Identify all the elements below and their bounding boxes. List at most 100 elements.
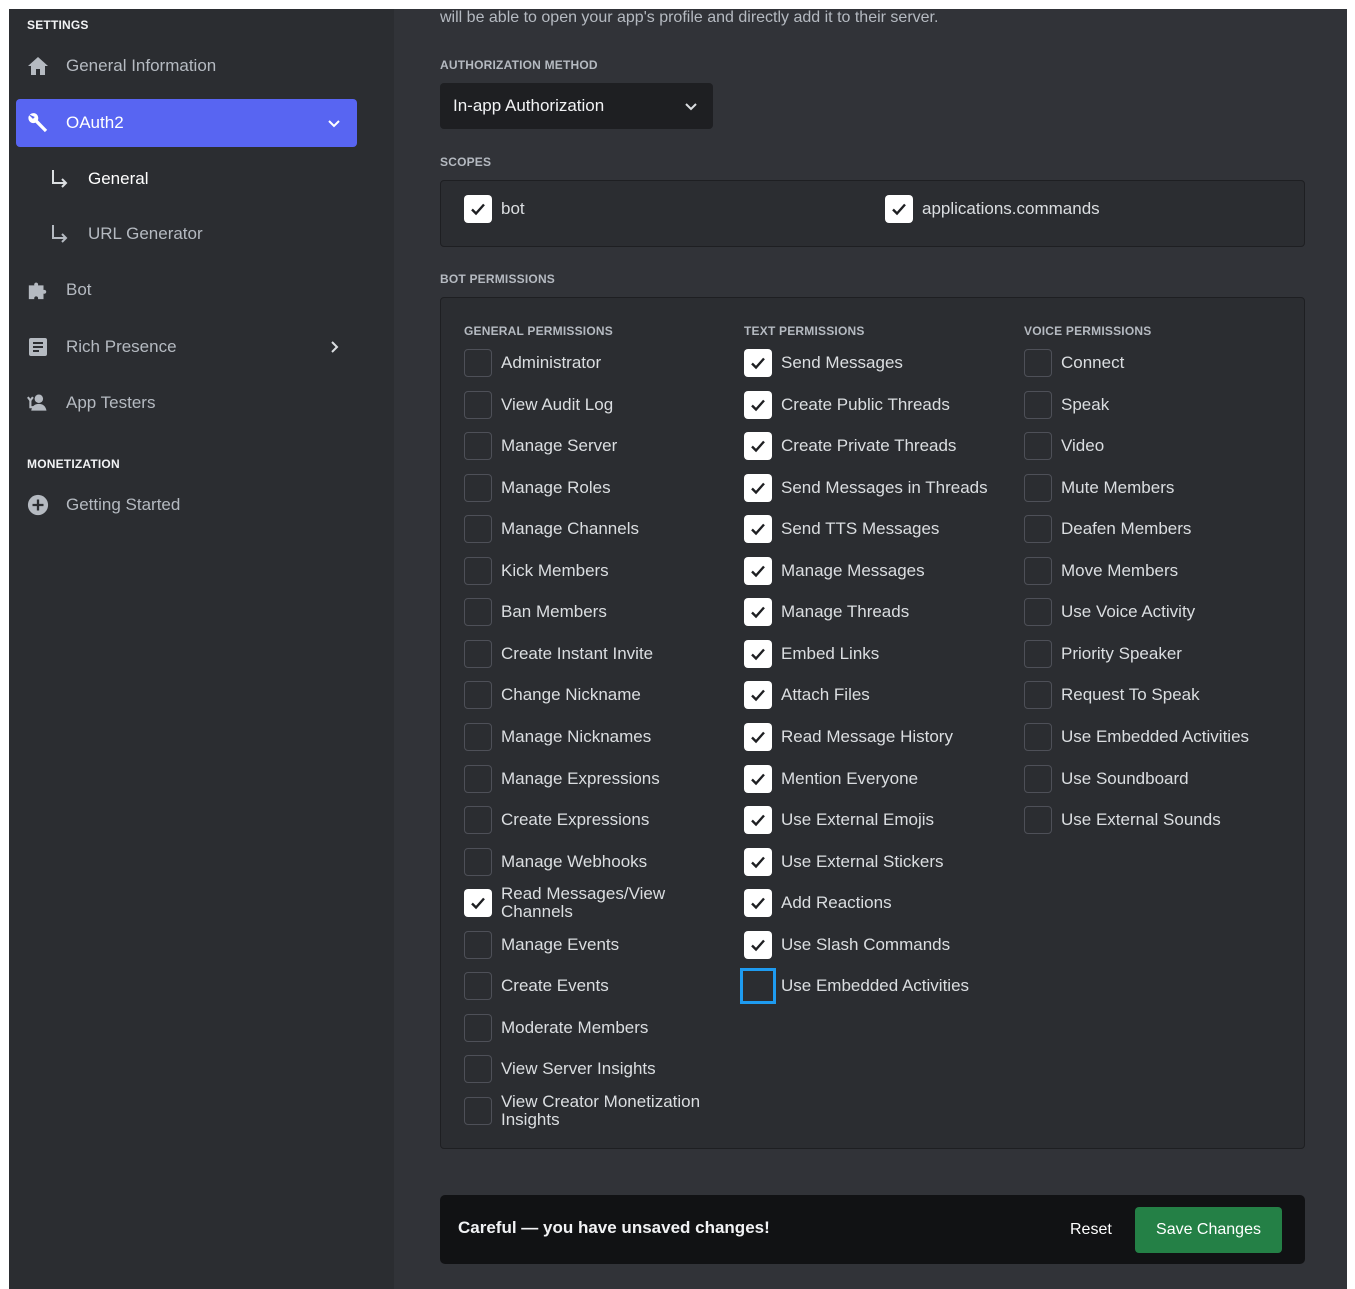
sidebar-item-app-testers[interactable]: App Testers — [16, 379, 357, 427]
perm-text-send-tts-messages-label[interactable]: Send TTS Messages — [781, 520, 939, 538]
perm-general-view-audit-log-label[interactable]: View Audit Log — [501, 396, 613, 414]
perm-text-read-message-history-label[interactable]: Read Message History — [781, 728, 953, 746]
perm-voice-priority-speaker-label[interactable]: Priority Speaker — [1061, 645, 1182, 663]
perm-text-create-private-threads-label[interactable]: Create Private Threads — [781, 437, 956, 455]
perm-voice-use-soundboard-label[interactable]: Use Soundboard — [1061, 770, 1189, 788]
perm-text-use-embedded-activities-label[interactable]: Use Embedded Activities — [781, 977, 969, 995]
authorization-method-select[interactable]: In-app Authorization — [440, 83, 713, 129]
perm-text-use-external-stickers-label[interactable]: Use External Stickers — [781, 853, 944, 871]
perm-text-manage-messages-label[interactable]: Manage Messages — [781, 562, 925, 580]
perm-text-use-external-emojis-label[interactable]: Use External Emojis — [781, 811, 934, 829]
scope-bot-checkbox[interactable] — [464, 195, 492, 223]
perm-voice-connect-label[interactable]: Connect — [1061, 354, 1124, 372]
perm-text-send-messages-in-threads-label[interactable]: Send Messages in Threads — [781, 479, 988, 497]
perm-general-manage-webhooks-checkbox[interactable] — [464, 848, 492, 876]
perm-text-manage-threads-label[interactable]: Manage Threads — [781, 603, 909, 621]
perm-text-embed-links-checkbox[interactable] — [744, 640, 772, 668]
perm-voice-use-external-sounds-label[interactable]: Use External Sounds — [1061, 811, 1221, 829]
perm-general-view-creator-monetization-insights-checkbox[interactable] — [464, 1097, 492, 1125]
perm-general-manage-nicknames-checkbox[interactable] — [464, 723, 492, 751]
perm-general-create-events-checkbox[interactable] — [464, 972, 492, 1000]
scope-bot-label[interactable]: bot — [501, 200, 525, 218]
perm-text-use-external-emojis-checkbox[interactable] — [744, 806, 772, 834]
perm-general-manage-expressions-label[interactable]: Manage Expressions — [501, 770, 660, 788]
perm-voice-connect-checkbox[interactable] — [1024, 349, 1052, 377]
scope-applications-commands-label[interactable]: applications.commands — [922, 200, 1100, 218]
perm-text-mention-everyone-checkbox[interactable] — [744, 765, 772, 793]
perm-text-send-tts-messages-checkbox[interactable] — [744, 515, 772, 543]
perm-voice-video-label[interactable]: Video — [1061, 437, 1104, 455]
perm-general-create-instant-invite-label[interactable]: Create Instant Invite — [501, 645, 653, 663]
perm-text-create-private-threads-checkbox[interactable] — [744, 432, 772, 460]
perm-text-create-public-threads-label[interactable]: Create Public Threads — [781, 396, 950, 414]
perm-text-read-message-history-checkbox[interactable] — [744, 723, 772, 751]
perm-text-attach-files-label[interactable]: Attach Files — [781, 686, 870, 704]
perm-voice-use-embedded-activities-checkbox[interactable] — [1024, 723, 1052, 751]
perm-voice-request-to-speak-checkbox[interactable] — [1024, 681, 1052, 709]
perm-text-embed-links-label[interactable]: Embed Links — [781, 645, 879, 663]
perm-general-manage-server-checkbox[interactable] — [464, 432, 492, 460]
perm-voice-use-voice-activity-checkbox[interactable] — [1024, 598, 1052, 626]
perm-general-manage-events-checkbox[interactable] — [464, 931, 492, 959]
perm-general-create-expressions-checkbox[interactable] — [464, 806, 492, 834]
perm-voice-move-members-label[interactable]: Move Members — [1061, 562, 1178, 580]
sidebar-subitem-general[interactable]: General — [49, 159, 148, 199]
perm-voice-use-voice-activity-label[interactable]: Use Voice Activity — [1061, 603, 1195, 621]
perm-text-use-slash-commands-checkbox[interactable] — [744, 931, 772, 959]
perm-general-manage-roles-label[interactable]: Manage Roles — [501, 479, 611, 497]
perm-general-read-messages-view-channels-checkbox[interactable] — [464, 889, 492, 917]
perm-general-manage-channels-label[interactable]: Manage Channels — [501, 520, 639, 538]
perm-general-manage-expressions-checkbox[interactable] — [464, 765, 492, 793]
perm-text-send-messages-in-threads-checkbox[interactable] — [744, 474, 772, 502]
perm-general-read-messages-view-channels-label[interactable]: Read Messages/View Channels — [501, 885, 721, 921]
sidebar-item-rich-presence[interactable]: Rich Presence — [16, 323, 357, 371]
perm-voice-mute-members-checkbox[interactable] — [1024, 474, 1052, 502]
perm-voice-video-checkbox[interactable] — [1024, 432, 1052, 460]
perm-text-send-messages-checkbox[interactable] — [744, 349, 772, 377]
perm-general-change-nickname-label[interactable]: Change Nickname — [501, 686, 641, 704]
perm-general-manage-roles-checkbox[interactable] — [464, 474, 492, 502]
perm-text-use-embedded-activities-checkbox[interactable] — [740, 968, 776, 1004]
perm-voice-speak-label[interactable]: Speak — [1061, 396, 1109, 414]
perm-voice-request-to-speak-label[interactable]: Request To Speak — [1061, 686, 1200, 704]
perm-general-moderate-members-checkbox[interactable] — [464, 1014, 492, 1042]
perm-general-ban-members-label[interactable]: Ban Members — [501, 603, 607, 621]
perm-voice-move-members-checkbox[interactable] — [1024, 557, 1052, 585]
perm-general-create-events-label[interactable]: Create Events — [501, 977, 609, 995]
perm-general-kick-members-checkbox[interactable] — [464, 557, 492, 585]
sidebar-item-oauth2[interactable]: OAuth2 — [16, 99, 357, 147]
perm-voice-use-external-sounds-checkbox[interactable] — [1024, 806, 1052, 834]
sidebar-subitem-url-generator[interactable]: URL Generator — [49, 214, 203, 254]
perm-text-attach-files-checkbox[interactable] — [744, 681, 772, 709]
perm-general-moderate-members-label[interactable]: Moderate Members — [501, 1019, 648, 1037]
perm-text-add-reactions-checkbox[interactable] — [744, 889, 772, 917]
perm-general-manage-nicknames-label[interactable]: Manage Nicknames — [501, 728, 651, 746]
perm-text-create-public-threads-checkbox[interactable] — [744, 391, 772, 419]
perm-text-use-slash-commands-label[interactable]: Use Slash Commands — [781, 936, 950, 954]
perm-general-manage-webhooks-label[interactable]: Manage Webhooks — [501, 853, 647, 871]
perm-general-view-server-insights-label[interactable]: View Server Insights — [501, 1060, 656, 1078]
perm-voice-use-soundboard-checkbox[interactable] — [1024, 765, 1052, 793]
perm-general-manage-events-label[interactable]: Manage Events — [501, 936, 619, 954]
perm-general-administrator-label[interactable]: Administrator — [501, 354, 601, 372]
perm-general-view-server-insights-checkbox[interactable] — [464, 1055, 492, 1083]
perm-text-add-reactions-label[interactable]: Add Reactions — [781, 894, 892, 912]
perm-general-create-instant-invite-checkbox[interactable] — [464, 640, 492, 668]
sidebar-item-general-information[interactable]: General Information — [16, 42, 357, 90]
perm-text-mention-everyone-label[interactable]: Mention Everyone — [781, 770, 918, 788]
sidebar-item-getting-started[interactable]: Getting Started — [16, 481, 357, 529]
perm-general-kick-members-label[interactable]: Kick Members — [501, 562, 609, 580]
perm-text-use-external-stickers-checkbox[interactable] — [744, 848, 772, 876]
scope-applications-commands-checkbox[interactable] — [885, 195, 913, 223]
perm-text-manage-threads-checkbox[interactable] — [744, 598, 772, 626]
perm-voice-deafen-members-checkbox[interactable] — [1024, 515, 1052, 543]
perm-text-send-messages-label[interactable]: Send Messages — [781, 354, 903, 372]
perm-voice-mute-members-label[interactable]: Mute Members — [1061, 479, 1174, 497]
perm-general-administrator-checkbox[interactable] — [464, 349, 492, 377]
perm-voice-use-embedded-activities-label[interactable]: Use Embedded Activities — [1061, 728, 1249, 746]
perm-general-create-expressions-label[interactable]: Create Expressions — [501, 811, 649, 829]
perm-general-view-audit-log-checkbox[interactable] — [464, 391, 492, 419]
perm-general-manage-channels-checkbox[interactable] — [464, 515, 492, 543]
perm-general-view-creator-monetization-insights-label[interactable]: View Creator Monetization Insights — [501, 1093, 721, 1129]
perm-general-change-nickname-checkbox[interactable] — [464, 681, 492, 709]
